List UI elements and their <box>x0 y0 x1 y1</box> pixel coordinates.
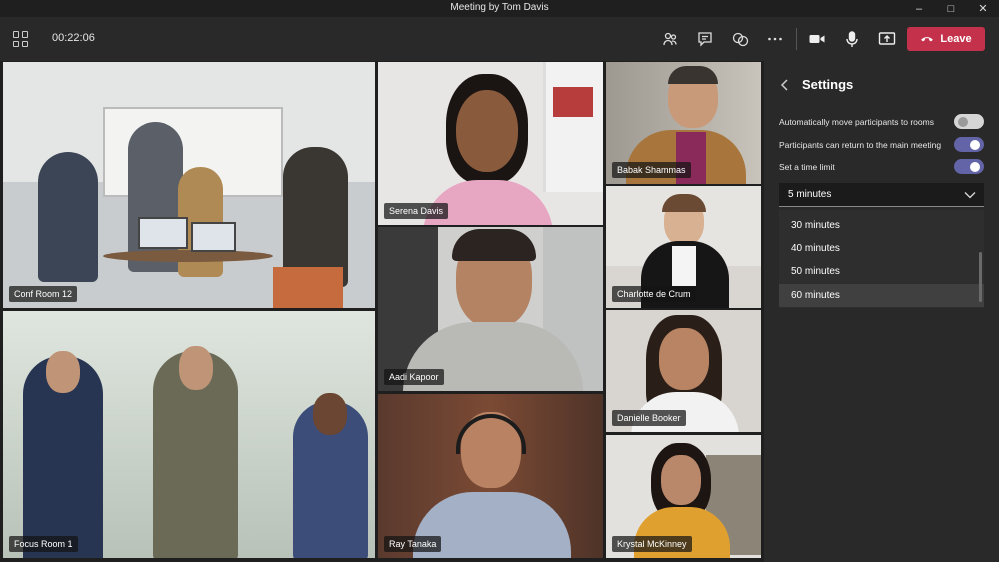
duration-dropdown: 30 minutes 40 minutes 50 minutes 60 minu… <box>779 210 984 308</box>
settings-title: Settings <box>802 77 854 92</box>
more-icon[interactable] <box>764 28 786 50</box>
participant-name: Serena Davis <box>384 203 449 219</box>
auto-move-label: Automatically move participants to rooms <box>779 117 934 127</box>
breakout-rooms-icon[interactable] <box>729 28 751 50</box>
participant-name: Focus Room 1 <box>9 536 78 552</box>
video-tile-aadi-kapoor[interactable]: Aadi Kapoor <box>378 227 603 391</box>
leave-button[interactable]: Leave <box>907 27 985 51</box>
time-limit-label: Set a time limit <box>779 162 835 172</box>
participant-name: Krystal McKinney <box>612 536 692 552</box>
camera-icon[interactable] <box>806 28 828 50</box>
return-main-toggle[interactable] <box>954 137 984 152</box>
video-tile-charlotte-de-crum[interactable]: Charlotte de Crum <box>606 186 761 308</box>
back-arrow-icon[interactable] <box>778 78 792 92</box>
video-tile-danielle-booker[interactable]: Danielle Booker <box>606 310 761 432</box>
video-tile-focus-room-1[interactable]: Focus Room 1 <box>3 311 375 558</box>
toolbar-divider <box>796 28 797 50</box>
time-limit-select[interactable]: 5 minutes <box>779 183 984 207</box>
mic-icon[interactable] <box>841 28 863 50</box>
selected-duration: 5 minutes <box>788 189 832 200</box>
participant-name: Charlotte de Crum <box>612 286 696 302</box>
video-stage: Conf Room 12 Serena Davis Babak Shammas … <box>0 61 764 562</box>
time-limit-toggle[interactable] <box>954 159 984 174</box>
dropdown-option[interactable]: 50 minutes <box>779 260 984 283</box>
dropdown-scrollbar[interactable] <box>979 252 982 302</box>
participant-name: Ray Tanaka <box>384 536 442 552</box>
video-tile-krystal-mckinney[interactable]: Krystal McKinney <box>606 435 761 558</box>
dropdown-option[interactable]: 30 minutes <box>779 214 984 237</box>
participant-name: Danielle Booker <box>612 410 686 426</box>
dropdown-option[interactable]: 40 minutes <box>779 237 984 260</box>
video-tile-conf-room-12[interactable]: Conf Room 12 <box>3 62 375 308</box>
video-tile-ray-tanaka[interactable]: Ray Tanaka <box>378 394 603 558</box>
title-bar: Meeting by Tom Davis – □ ✕ <box>0 0 999 17</box>
maximize-button[interactable]: □ <box>936 0 966 17</box>
participant-name: Babak Shammas <box>612 162 691 178</box>
phone-icon <box>921 37 934 42</box>
participant-name: Conf Room 12 <box>9 286 78 302</box>
chevron-down-icon <box>964 192 976 199</box>
auto-move-toggle[interactable] <box>954 114 984 129</box>
people-icon[interactable] <box>659 28 681 50</box>
meeting-toolbar: 00:22:06 Leave <box>0 17 999 61</box>
leave-label: Leave <box>940 33 972 45</box>
share-icon[interactable] <box>876 28 898 50</box>
chat-icon[interactable] <box>694 28 716 50</box>
grid-layout-icon[interactable] <box>13 31 29 47</box>
settings-panel: Settings Automatically move participants… <box>764 61 999 562</box>
video-tile-serena-davis[interactable]: Serena Davis <box>378 62 603 225</box>
window-title: Meeting by Tom Davis <box>450 2 549 13</box>
participant-name: Aadi Kapoor <box>384 369 444 385</box>
close-window-button[interactable]: ✕ <box>968 0 998 17</box>
dropdown-option[interactable]: 60 minutes <box>779 284 984 307</box>
minimize-button[interactable]: – <box>904 0 934 17</box>
meeting-timer: 00:22:06 <box>52 32 95 44</box>
video-tile-babak-shammas[interactable]: Babak Shammas <box>606 62 761 184</box>
return-main-label: Participants can return to the main meet… <box>779 140 942 150</box>
